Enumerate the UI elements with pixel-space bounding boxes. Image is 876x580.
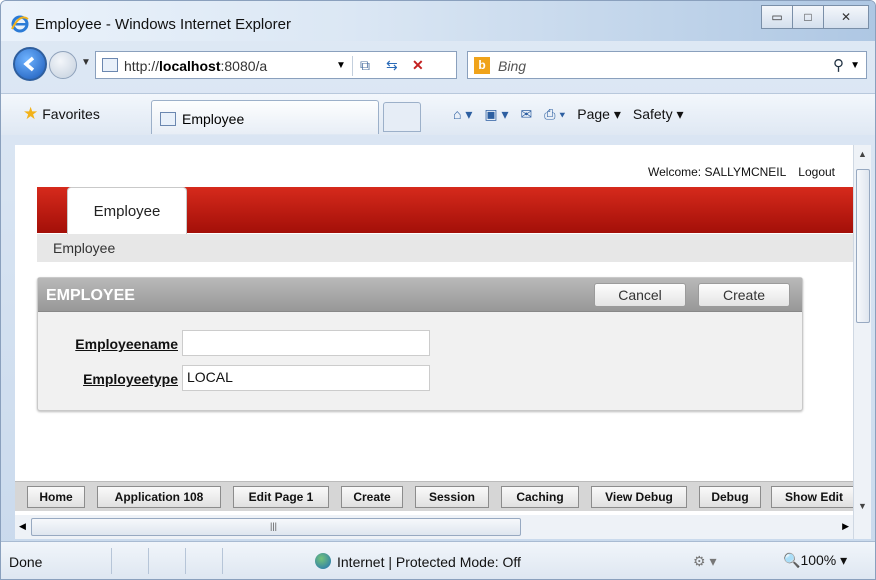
address-bar[interactable]: http://localhost:8080/a ▼ ⧉ ⇆ ✕: [95, 51, 457, 79]
ie-logo-icon: [11, 15, 29, 33]
employeetype-field[interactable]: LOCAL: [182, 365, 430, 391]
favorites-bar: ★ Favorites Employee ⌂ ▾ ▣ ▾ ✉ ⎙ ▾ Page ▾…: [1, 93, 875, 135]
tab-employee[interactable]: Employee: [67, 187, 187, 235]
horizontal-scroll-thumb[interactable]: |||: [31, 518, 521, 536]
dev-debug-button[interactable]: Debug: [699, 486, 761, 508]
page-content: Welcome: SALLYMCNEIL Logout Employee Empl…: [15, 145, 853, 539]
protected-mode-icon[interactable]: ⚙ ▾: [693, 553, 716, 570]
breadcrumb: Employee: [37, 234, 853, 262]
page-icon: [102, 58, 118, 72]
home-icon[interactable]: ⌂ ▾: [453, 106, 472, 123]
browser-tab[interactable]: Employee: [151, 100, 379, 134]
vertical-scroll-thumb[interactable]: [856, 169, 870, 323]
scroll-up-icon[interactable]: ▲: [858, 149, 867, 159]
page-icon: [160, 112, 176, 126]
dev-edit-page-button[interactable]: Edit Page 1: [233, 486, 329, 508]
security-zone[interactable]: Internet | Protected Mode: Off: [315, 553, 521, 570]
logout-link[interactable]: Logout: [798, 165, 835, 179]
dev-application-button[interactable]: Application 108: [97, 486, 221, 508]
dev-caching-button[interactable]: Caching: [501, 486, 579, 508]
bing-icon: b: [474, 57, 490, 74]
scroll-left-icon[interactable]: ◀: [19, 521, 26, 532]
dev-create-button[interactable]: Create: [341, 486, 403, 508]
search-icon[interactable]: ⚲: [833, 56, 844, 74]
region-header: EMPLOYEE Cancel Create: [38, 278, 802, 312]
favorites-button[interactable]: ★ Favorites: [23, 104, 100, 124]
safety-menu[interactable]: Safety ▾: [633, 106, 684, 123]
developer-toolbar: Home Application 108 Edit Page 1 Create …: [15, 481, 853, 511]
employeetype-label[interactable]: Employeetype: [42, 371, 178, 387]
dev-show-edit-button[interactable]: Show Edit: [771, 486, 853, 508]
compatibility-icon[interactable]: ⧉: [360, 57, 370, 74]
new-tab-button[interactable]: [383, 102, 421, 132]
region-title: EMPLOYEE: [46, 287, 135, 304]
address-url: http://localhost:8080/a: [124, 58, 268, 74]
forward-button[interactable]: [49, 51, 77, 79]
print-icon[interactable]: ⎙ ▾: [544, 106, 565, 123]
refresh-icon[interactable]: ⇆: [386, 57, 398, 74]
globe-icon: [315, 553, 331, 569]
zoom-level[interactable]: 🔍100% ▾: [783, 552, 847, 569]
cancel-button[interactable]: Cancel: [594, 283, 686, 307]
minimize-button[interactable]: ▭: [761, 5, 793, 29]
dev-view-debug-button[interactable]: View Debug: [591, 486, 687, 508]
employeename-label[interactable]: Employeename: [42, 336, 178, 352]
address-dropdown-icon[interactable]: ▼: [336, 60, 346, 71]
back-button[interactable]: [13, 47, 47, 81]
vertical-scrollbar[interactable]: ▲ ▼: [853, 145, 871, 539]
navigation-bar: ▼ http://localhost:8080/a ▼ ⧉ ⇆ ✕ b Bing…: [1, 41, 875, 93]
scroll-right-icon[interactable]: ▶: [842, 521, 849, 532]
close-button[interactable]: ✕: [823, 5, 869, 29]
scroll-down-icon[interactable]: ▼: [858, 501, 867, 511]
status-bar: Done Internet | Protected Mode: Off ⚙ ▾ …: [1, 541, 875, 579]
tab-label: Employee: [182, 111, 245, 127]
dev-session-button[interactable]: Session: [415, 486, 489, 508]
welcome-text: Welcome: SALLYMCNEIL: [648, 165, 787, 179]
feeds-icon[interactable]: ▣ ▾: [484, 106, 508, 123]
search-dropdown-icon[interactable]: ▼: [850, 60, 860, 71]
grip-icon: |||: [270, 521, 278, 531]
create-button[interactable]: Create: [698, 283, 790, 307]
star-icon: ★: [23, 104, 39, 123]
title-bar: Employee - Windows Internet Explorer ▭ □…: [1, 1, 875, 41]
window-title: Employee - Windows Internet Explorer: [35, 16, 291, 33]
welcome-bar: Welcome: SALLYMCNEIL Logout: [648, 165, 835, 179]
maximize-button[interactable]: □: [792, 5, 824, 29]
dev-home-button[interactable]: Home: [27, 486, 85, 508]
history-dropdown-icon[interactable]: ▼: [81, 57, 91, 68]
search-box[interactable]: b Bing ⚲ ▼: [467, 51, 867, 79]
status-text: Done: [9, 554, 43, 570]
employee-form-region: EMPLOYEE Cancel Create Employeename Empl…: [37, 277, 803, 411]
browser-window: Employee - Windows Internet Explorer ▭ □…: [0, 0, 876, 580]
search-placeholder: Bing: [498, 58, 527, 74]
stop-icon[interactable]: ✕: [412, 57, 424, 74]
employeename-field[interactable]: [182, 330, 430, 356]
mail-icon[interactable]: ✉: [521, 106, 533, 123]
horizontal-scrollbar[interactable]: ◀ ||| ▶: [15, 515, 853, 539]
page-menu[interactable]: Page ▾: [577, 106, 621, 123]
back-arrow-icon: [23, 56, 35, 72]
